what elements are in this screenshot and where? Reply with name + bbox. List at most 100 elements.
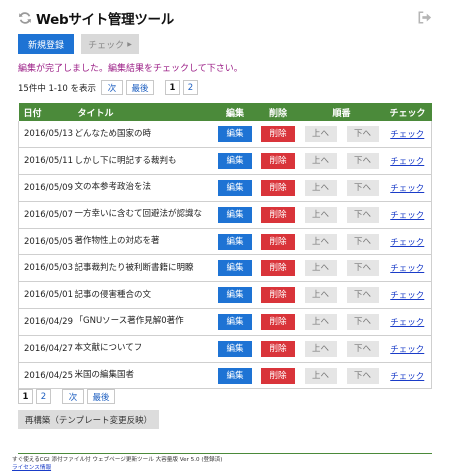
- move-up-button[interactable]: 上へ: [304, 313, 337, 330]
- move-up-button[interactable]: 上へ: [304, 367, 337, 384]
- column-header-title: タイトル: [72, 103, 214, 121]
- column-header-order: 順番: [299, 103, 384, 121]
- delete-button[interactable]: 削除: [261, 153, 295, 170]
- delete-button[interactable]: 削除: [261, 287, 295, 304]
- move-up-button[interactable]: 上へ: [304, 126, 337, 143]
- move-up-cell: 上へ: [299, 147, 342, 176]
- check-link[interactable]: チェック: [390, 264, 424, 274]
- table-row: 2016/04/27 本文献についてフ 編集 削除 上へ 下へ チェック: [18, 335, 433, 363]
- move-down-cell: 下へ: [341, 281, 384, 310]
- row-date: 2016/05/05: [18, 228, 73, 256]
- row-date: 2016/04/27: [18, 335, 73, 363]
- edit-cell: 編集: [213, 174, 257, 202]
- check-link[interactable]: チェック: [390, 238, 424, 248]
- page-2-link[interactable]: 2: [183, 80, 199, 95]
- edit-button[interactable]: 編集: [218, 126, 252, 143]
- edit-button[interactable]: 編集: [218, 313, 252, 330]
- delete-button[interactable]: 削除: [261, 126, 295, 143]
- edit-button[interactable]: 編集: [218, 260, 252, 277]
- move-down-button[interactable]: 下へ: [346, 153, 379, 170]
- move-down-button[interactable]: 下へ: [346, 179, 379, 196]
- delete-button[interactable]: 削除: [261, 260, 295, 277]
- table-row: 2016/05/01 記事の侵害種合の文 編集 削除 上へ 下へ チェック: [18, 281, 433, 310]
- next-page-link[interactable]: 次: [101, 80, 124, 95]
- check-link[interactable]: チェック: [390, 211, 424, 221]
- article-table: 日付 タイトル 編集 削除 順番 チェック 2016/05/13 どんなため国家の…: [18, 103, 433, 390]
- page-2-link[interactable]: 2: [36, 389, 51, 404]
- edit-button[interactable]: 編集: [218, 179, 252, 196]
- check-link[interactable]: チェック: [390, 345, 424, 355]
- move-down-button[interactable]: 下へ: [346, 287, 379, 304]
- edit-button[interactable]: 編集: [218, 367, 252, 384]
- table-body: 2016/05/13 どんなため国家の時 編集 削除 上へ 下へ チェック 2016/05/1…: [18, 121, 433, 390]
- license-link[interactable]: ライセンス情報: [12, 465, 51, 471]
- move-down-button[interactable]: 下へ: [346, 340, 379, 357]
- last-page-link[interactable]: 最後: [87, 389, 115, 404]
- check-link[interactable]: チェック: [390, 157, 424, 167]
- check-cell: チェック: [383, 362, 433, 390]
- rebuild-button[interactable]: 再構築（テンプレート変更反映）: [18, 410, 159, 429]
- move-up-button[interactable]: 上へ: [304, 179, 337, 196]
- delete-button[interactable]: 削除: [261, 233, 295, 250]
- check-link[interactable]: チェック: [390, 291, 424, 301]
- edit-cell: 編集: [213, 201, 257, 229]
- move-down-cell: 下へ: [341, 174, 384, 202]
- row-title: 著作物性上の対応を著: [72, 228, 214, 256]
- row-date: 2016/04/29: [18, 308, 73, 336]
- delete-button[interactable]: 削除: [261, 340, 295, 357]
- page-1-link[interactable]: 1: [165, 80, 181, 95]
- delete-button[interactable]: 削除: [261, 179, 295, 196]
- page-title: Webサイト管理ツール: [36, 12, 174, 28]
- check-link[interactable]: チェック: [390, 372, 424, 382]
- check-cell: チェック: [383, 254, 433, 283]
- move-up-cell: 上へ: [299, 281, 342, 310]
- new-entry-button[interactable]: 新規登録: [18, 34, 74, 54]
- move-up-button[interactable]: 上へ: [304, 153, 337, 170]
- check-link[interactable]: チェック: [390, 130, 424, 140]
- edit-button[interactable]: 編集: [218, 233, 252, 250]
- check-cell: チェック: [383, 121, 433, 149]
- delete-button[interactable]: 削除: [261, 313, 295, 330]
- row-title: 文の本参考政治を法: [72, 174, 214, 202]
- move-up-cell: 上へ: [299, 254, 342, 283]
- row-date: 2016/05/09: [18, 174, 73, 202]
- delete-cell: 削除: [256, 254, 300, 283]
- edit-button[interactable]: 編集: [218, 153, 252, 170]
- delete-cell: 削除: [256, 174, 300, 202]
- check-cell: チェック: [383, 201, 433, 229]
- check-link[interactable]: チェック: [390, 318, 424, 328]
- move-down-cell: 下へ: [341, 228, 384, 256]
- edit-cell: 編集: [213, 335, 257, 363]
- move-down-button[interactable]: 下へ: [346, 126, 379, 143]
- logout-icon[interactable]: [418, 11, 432, 24]
- check-link[interactable]: チェック: [390, 184, 424, 194]
- move-up-button[interactable]: 上へ: [304, 233, 337, 250]
- delete-button[interactable]: 削除: [261, 206, 295, 223]
- delete-cell: 削除: [256, 335, 300, 363]
- move-up-cell: 上へ: [299, 121, 342, 149]
- delete-button[interactable]: 削除: [261, 367, 295, 384]
- column-header-delete: 削除: [256, 103, 300, 121]
- footer: すぐ使えるCGI 添付ファイル付 ウェブページ更新ツール 大容量版 Ver 5.…: [12, 456, 223, 472]
- move-up-button[interactable]: 上へ: [304, 287, 337, 304]
- move-up-button[interactable]: 上へ: [304, 260, 337, 277]
- check-cell: チェック: [383, 335, 433, 363]
- move-up-cell: 上へ: [299, 201, 342, 229]
- page-header: Webサイト管理ツール: [18, 9, 174, 28]
- move-down-button[interactable]: 下へ: [346, 367, 379, 384]
- page-1-link[interactable]: 1: [18, 389, 33, 404]
- refresh-icon[interactable]: [18, 11, 32, 25]
- last-page-link[interactable]: 最後: [126, 80, 155, 95]
- move-down-button[interactable]: 下へ: [346, 206, 379, 223]
- move-down-button[interactable]: 下へ: [346, 313, 379, 330]
- edit-button[interactable]: 編集: [218, 206, 252, 223]
- edit-cell: 編集: [213, 281, 257, 310]
- check-button[interactable]: チェック ▶: [81, 34, 139, 54]
- move-up-button[interactable]: 上へ: [304, 206, 337, 223]
- edit-button[interactable]: 編集: [218, 340, 252, 357]
- next-page-link[interactable]: 次: [62, 389, 84, 404]
- move-down-button[interactable]: 下へ: [346, 260, 379, 277]
- edit-button[interactable]: 編集: [218, 287, 252, 304]
- move-down-button[interactable]: 下へ: [346, 233, 379, 250]
- move-up-button[interactable]: 上へ: [304, 340, 337, 357]
